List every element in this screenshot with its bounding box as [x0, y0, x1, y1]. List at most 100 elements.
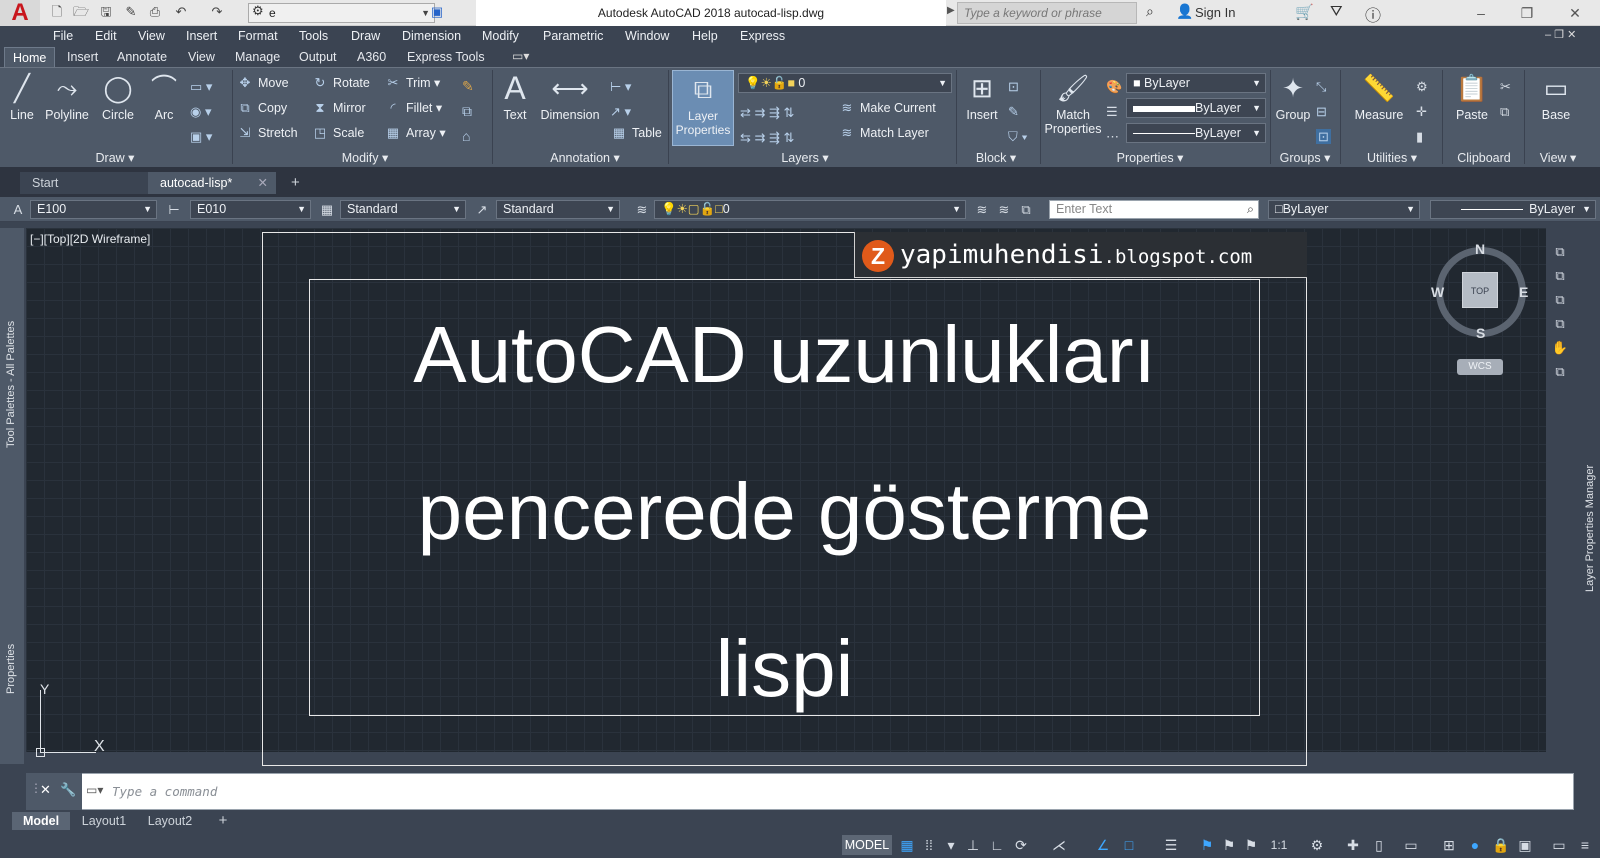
- insert-block-button[interactable]: ⊞ Insert: [960, 72, 1004, 122]
- tab-a360[interactable]: A360: [349, 47, 394, 67]
- menu-window[interactable]: Window: [625, 26, 669, 47]
- annotation-scale-value[interactable]: 1:1: [1264, 834, 1294, 856]
- utilities-panel-title[interactable]: Utilities ▾: [1342, 150, 1442, 166]
- play-icon[interactable]: ▶: [947, 5, 955, 16]
- auto-scale-icon[interactable]: ⚑: [1218, 834, 1240, 856]
- match-layer-icon[interactable]: ≋: [994, 200, 1014, 219]
- command-line[interactable]: [26, 773, 1574, 810]
- add-layout-button[interactable]: +: [212, 812, 234, 830]
- paste-button[interactable]: 📋 Paste: [1450, 72, 1494, 122]
- menu-parametric[interactable]: Parametric: [543, 26, 603, 47]
- minimize-button[interactable]: –: [1458, 0, 1504, 26]
- help-icon[interactable]: ⓘ: [1365, 2, 1381, 26]
- search-input[interactable]: Type a keyword or phrase: [957, 2, 1137, 24]
- save-icon[interactable]: 🖫: [97, 3, 115, 21]
- table-button[interactable]: ▦ Table: [610, 123, 662, 143]
- group-tools[interactable]: ⤡ ⊟ ⊡: [1316, 74, 1331, 149]
- plot-icon[interactable]: ⎙: [146, 3, 164, 21]
- command-input[interactable]: Type a command: [112, 773, 217, 810]
- isometric-icon[interactable]: ⋌: [1048, 834, 1070, 856]
- measure-button[interactable]: 📏 Measure: [1348, 72, 1410, 122]
- mleader-style-dropdown[interactable]: Standard ▼: [496, 200, 620, 219]
- tab-insert[interactable]: Insert: [59, 47, 106, 67]
- draw-panel-title[interactable]: Draw ▾: [60, 150, 170, 166]
- new-tab-button[interactable]: +: [284, 172, 310, 194]
- menu-help[interactable]: Help: [692, 26, 718, 47]
- workspace-select[interactable]: e ▼: [248, 3, 435, 23]
- workspace-toggle-icon[interactable]: ▣: [428, 3, 446, 21]
- tab-layout1[interactable]: Layout1: [72, 812, 136, 830]
- snap-icon[interactable]: ⁞⁞: [918, 834, 940, 856]
- tab-express-tools[interactable]: Express Tools: [399, 47, 493, 67]
- close-icon[interactable]: ✕: [258, 172, 268, 194]
- command-history-icon[interactable]: ▭▾: [86, 783, 103, 797]
- group-button[interactable]: ✦ Group: [1272, 72, 1314, 122]
- compass-east[interactable]: E: [1519, 284, 1528, 300]
- cart-icon[interactable]: 🛒: [1295, 3, 1314, 21]
- text-style-dropdown[interactable]: E100 ▼: [30, 200, 157, 219]
- arc-button[interactable]: ⌒ Arc: [146, 72, 182, 122]
- viewcube-top-face[interactable]: TOP: [1462, 272, 1498, 308]
- ortho-icon[interactable]: ∟: [986, 834, 1008, 856]
- tab-autocad-lisp[interactable]: autocad-lisp* ✕: [148, 172, 276, 194]
- move-button[interactable]: ✥ Move: [236, 73, 289, 93]
- lineweight-dropdown[interactable]: ByLayer ▼: [1126, 98, 1266, 118]
- base-view-button[interactable]: ▭ Base: [1534, 72, 1578, 122]
- clipboard-panel-title[interactable]: Clipboard: [1444, 150, 1524, 166]
- restore-button[interactable]: ❐: [1504, 0, 1550, 26]
- isolate-objects-icon[interactable]: ▯: [1368, 834, 1390, 856]
- lock-ui-icon[interactable]: 🔒: [1490, 834, 1512, 856]
- hardware-acceleration-icon[interactable]: ▭: [1400, 834, 1422, 856]
- undo-icon[interactable]: ↶: [172, 3, 190, 21]
- enter-text-input[interactable]: Enter Text ⌕: [1049, 200, 1259, 219]
- layer-previous-icon[interactable]: ⧉: [1016, 200, 1036, 219]
- groups-panel-title[interactable]: Groups ▾: [1270, 150, 1340, 166]
- circle-button[interactable]: ◯ Circle: [96, 72, 140, 122]
- color-dropdown[interactable]: ■ ByLayer ▼: [1126, 73, 1266, 93]
- make-current-icon[interactable]: ≋: [972, 200, 992, 219]
- customization-icon[interactable]: ▭: [1548, 834, 1570, 856]
- layer-properties-button[interactable]: ⧉ Layer Properties: [672, 70, 734, 146]
- menu-tools[interactable]: Tools: [299, 26, 328, 47]
- utilities-tools[interactable]: ⚙ ✛ ▮: [1416, 74, 1428, 149]
- units-icon[interactable]: ⊞: [1438, 834, 1460, 856]
- wrench-icon[interactable]: 🔧: [60, 782, 76, 798]
- tab-home[interactable]: Home: [4, 47, 56, 67]
- tab-layout2[interactable]: Layout2: [138, 812, 202, 830]
- tab-view[interactable]: View: [180, 47, 223, 67]
- menu-draw[interactable]: Draw: [351, 26, 380, 47]
- trim-button[interactable]: ✂ Trim ▾: [384, 73, 441, 93]
- save-as-icon[interactable]: ✎: [122, 3, 140, 21]
- make-current-button[interactable]: ≋ Make Current: [838, 98, 936, 118]
- model-space-button[interactable]: MODEL: [842, 835, 892, 855]
- ribbon-toggle-icon[interactable]: ▭▾: [512, 49, 529, 63]
- layer-manager-icon[interactable]: ≋: [632, 200, 652, 219]
- fillet-button[interactable]: ◜ Fillet ▾: [384, 98, 442, 118]
- toolbar-color-dropdown[interactable]: □ByLayer ▼: [1268, 200, 1420, 219]
- leader-tools[interactable]: ⊢ ▾ ↗ ▾: [610, 74, 631, 124]
- menu-edit[interactable]: Edit: [95, 26, 117, 47]
- clean-screen-icon[interactable]: ▣: [1514, 834, 1536, 856]
- menu-dimension[interactable]: Dimension: [402, 26, 461, 47]
- binoculars-icon[interactable]: ⌕: [1146, 3, 1154, 20]
- tab-model[interactable]: Model: [12, 812, 70, 830]
- sign-in-link[interactable]: Sign In: [1195, 0, 1235, 26]
- polar-tracking-icon[interactable]: ⟳: [1010, 834, 1032, 856]
- tab-start[interactable]: Start: [20, 172, 148, 194]
- clipboard-tools[interactable]: ✂ ⧉: [1500, 74, 1511, 124]
- tab-output[interactable]: Output: [291, 47, 345, 67]
- dimension-button[interactable]: ⟷ Dimension: [536, 72, 604, 122]
- layers-panel-title[interactable]: Layers ▾: [740, 150, 870, 166]
- close-icon[interactable]: ✕: [40, 782, 51, 798]
- view-panel-title[interactable]: View ▾: [1526, 150, 1590, 166]
- tool-palettes-label[interactable]: Tool Palettes - All Palettes: [5, 321, 17, 448]
- polyline-button[interactable]: ⤳ Polyline: [42, 72, 92, 122]
- stretch-button[interactable]: ⇲ Stretch: [236, 123, 298, 143]
- match-properties-button[interactable]: 🖌 Match Properties: [1043, 72, 1103, 136]
- menu-view[interactable]: View: [138, 26, 165, 47]
- rotate-button[interactable]: ↻ Rotate: [311, 73, 370, 93]
- compass-north[interactable]: N: [1475, 241, 1485, 257]
- modify-extra-tools[interactable]: ✎ ⧉ ⌂: [462, 74, 474, 149]
- menubar-window-controls-icon[interactable]: – ❐ ✕: [1545, 28, 1576, 41]
- new-file-icon[interactable]: 🗋: [48, 3, 66, 21]
